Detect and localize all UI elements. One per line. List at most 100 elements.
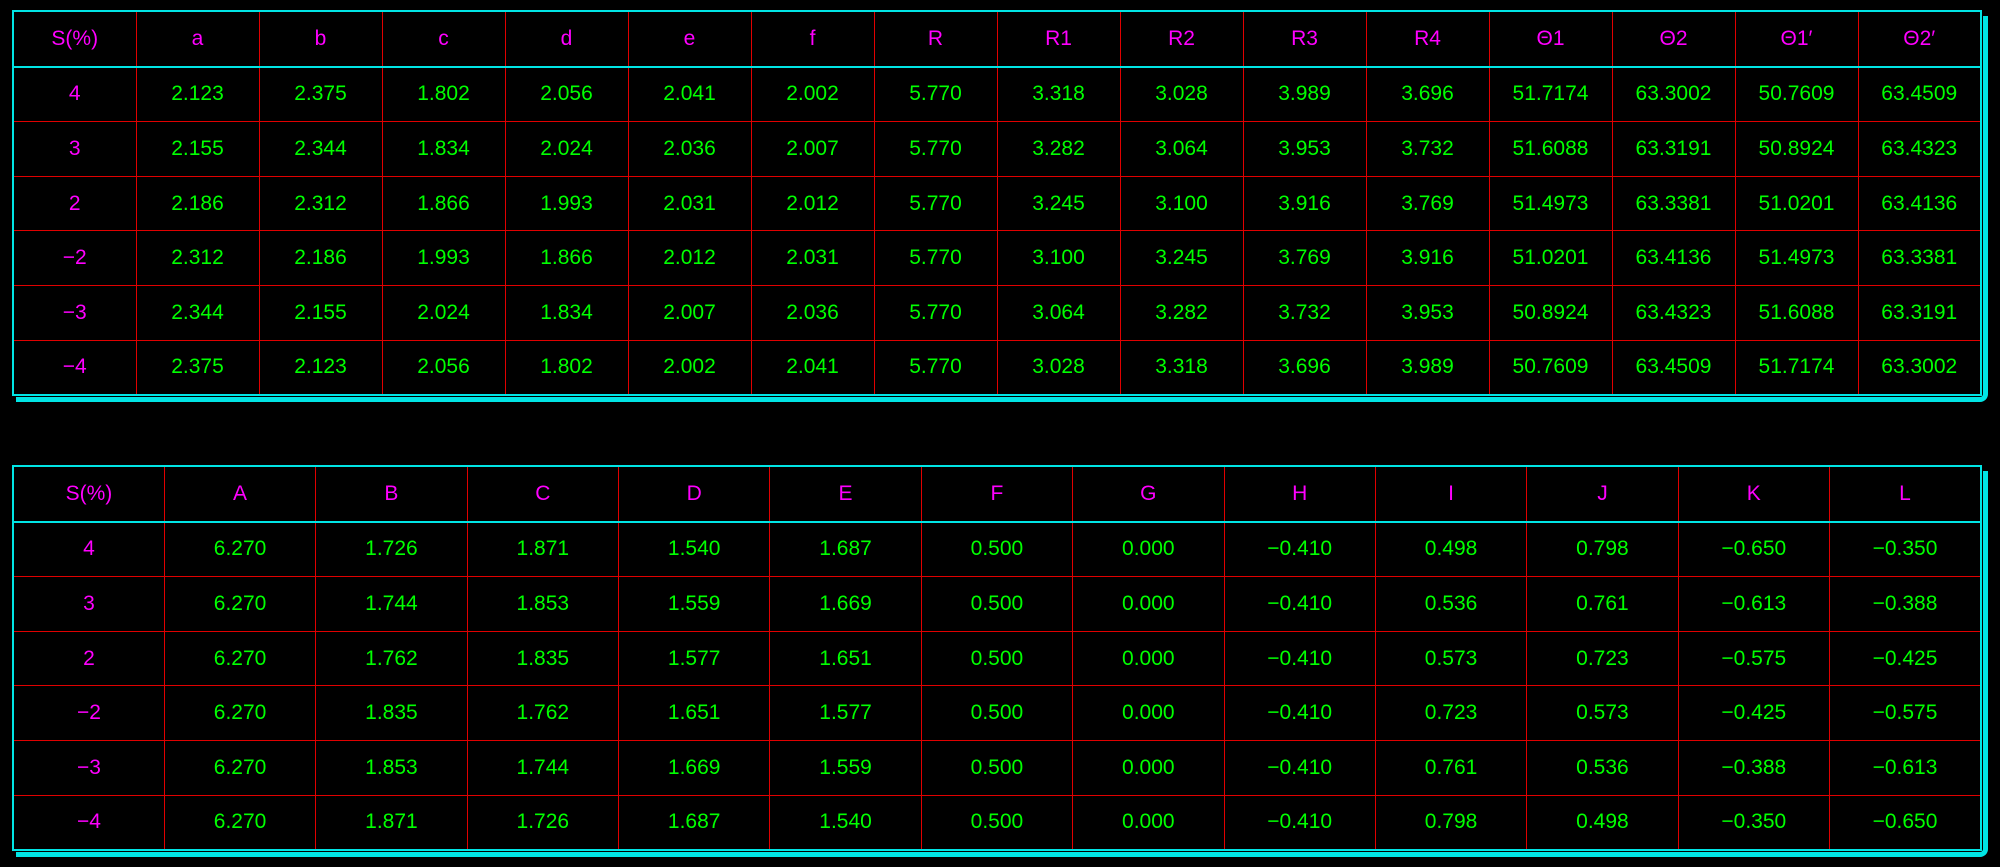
- column-header: B: [315, 465, 468, 523]
- table-cell: 0.798: [1526, 521, 1679, 578]
- table-cell: 0.500: [920, 576, 1074, 632]
- table-cell: −0.410: [1223, 630, 1376, 687]
- column-header: R: [873, 10, 998, 68]
- column-header: R4: [1365, 10, 1490, 68]
- table-cell: 2.002: [627, 339, 752, 397]
- table-cell: 3.989: [1365, 339, 1490, 397]
- table-cell: 50.8924: [1488, 284, 1613, 341]
- table-cell: 63.4136: [1611, 230, 1736, 286]
- table-cell: 3.696: [1365, 66, 1490, 123]
- column-header: K: [1677, 465, 1831, 523]
- table-cell: 1.853: [315, 739, 468, 796]
- parameter-table-top-panel: S(%) a b c d e f R R1 R2 R3 R4 Θ1 Θ2 Θ1′ Θ2′ 4 2.123 2.37…: [12, 10, 1988, 403]
- table-cell: 5.770: [873, 66, 998, 123]
- table-cell: 1.651: [617, 685, 771, 741]
- table-cell: 1.726: [466, 794, 620, 852]
- table-cell: 3.245: [996, 175, 1121, 232]
- table-cell: 0.761: [1374, 739, 1528, 796]
- row-label-s-percent: −2: [12, 230, 137, 286]
- table-row: −3 6.270 1.853 1.744 1.669 1.559 0.500 0.000 −0.…: [11, 739, 1982, 796]
- table-cell: 6.270: [163, 739, 317, 796]
- table-cell: 3.769: [1242, 230, 1367, 286]
- table-cell: 2.344: [258, 121, 383, 177]
- table-cell: 3.769: [1365, 175, 1490, 232]
- table-cell: 6.270: [163, 630, 317, 687]
- table-cell: 2.041: [627, 66, 752, 123]
- table-cell: 51.6088: [1488, 121, 1613, 177]
- row-label-s-percent: −2: [11, 685, 165, 741]
- table-cell: 2.312: [135, 230, 260, 286]
- table-cell: 3.064: [1119, 121, 1244, 177]
- table-cell: 50.7609: [1734, 66, 1859, 123]
- table-cell: 1.669: [617, 739, 771, 796]
- column-header: a: [135, 10, 260, 68]
- row-label-s-percent: −4: [12, 339, 137, 397]
- column-header: Θ1: [1488, 10, 1613, 68]
- table-row: 4 2.123 2.375 1.802 2.056 2.041 2.002 5.770 3.31…: [12, 66, 1982, 123]
- table-cell: −0.575: [1829, 685, 1982, 741]
- column-header: A: [163, 465, 317, 523]
- row-label-s-percent: 4: [12, 66, 137, 123]
- table-cell: 2.312: [258, 175, 383, 232]
- table-cell: 1.540: [769, 794, 922, 852]
- row-label-s-percent: 2: [11, 630, 165, 687]
- table-cell: −0.575: [1677, 630, 1831, 687]
- table-cell: 3.100: [1119, 175, 1244, 232]
- row-label-s-percent: 2: [12, 175, 137, 232]
- table-cell: 50.8924: [1734, 121, 1859, 177]
- table-cell: 1.853: [466, 576, 620, 632]
- column-header: I: [1374, 465, 1528, 523]
- table-cell: 63.4136: [1857, 175, 1982, 232]
- table-cell: 3.064: [996, 284, 1121, 341]
- column-header: G: [1072, 465, 1225, 523]
- table-cell: 1.993: [381, 230, 506, 286]
- table-cell: 63.3002: [1857, 339, 1982, 397]
- table-cell: 6.270: [163, 576, 317, 632]
- table-cell: 1.762: [466, 685, 620, 741]
- table-cell: 2.155: [135, 121, 260, 177]
- row-label-s-percent: 3: [11, 576, 165, 632]
- table-cell: −0.350: [1677, 794, 1831, 852]
- table-cell: −0.410: [1223, 685, 1376, 741]
- table-cell: −0.350: [1829, 521, 1982, 578]
- parameter-table-bottom-panel: S(%) A B C D E F G H I J K L 4 6.270 1.726 1.871 1.540 1.…: [11, 465, 1988, 858]
- table-cell: 6.270: [163, 685, 317, 741]
- table-cell: 0.573: [1526, 685, 1679, 741]
- table-cell: 1.559: [617, 576, 771, 632]
- table-cell: 5.770: [873, 230, 998, 286]
- table-cell: 51.7174: [1488, 66, 1613, 123]
- row-label-s-percent: 4: [11, 521, 165, 578]
- table-cell: 63.3381: [1611, 175, 1736, 232]
- table-row: 3 6.270 1.744 1.853 1.559 1.669 0.500 0.000 −0.4…: [11, 576, 1982, 632]
- table-cell: 51.7174: [1734, 339, 1859, 397]
- column-header: J: [1526, 465, 1679, 523]
- column-header: Θ1′: [1734, 10, 1859, 68]
- table-cell: −0.410: [1223, 794, 1376, 852]
- table-row: 2 2.186 2.312 1.866 1.993 2.031 2.012 5.770 3.24…: [12, 175, 1982, 232]
- table-cell: 3.100: [996, 230, 1121, 286]
- table-cell: 2.024: [381, 284, 506, 341]
- column-header: R1: [996, 10, 1121, 68]
- table-cell: 2.012: [627, 230, 752, 286]
- column-header: E: [769, 465, 922, 523]
- table-cell: 3.028: [996, 339, 1121, 397]
- column-header: R3: [1242, 10, 1367, 68]
- table-cell: 1.577: [769, 685, 922, 741]
- table-cell: 2.002: [750, 66, 875, 123]
- table-cell: 0.500: [920, 739, 1074, 796]
- table-cell: −0.425: [1677, 685, 1831, 741]
- table-cell: 0.000: [1072, 685, 1225, 741]
- table-cell: 2.375: [135, 339, 260, 397]
- row-label-s-percent: −4: [11, 794, 165, 852]
- column-header: F: [920, 465, 1074, 523]
- column-header: D: [617, 465, 771, 523]
- table-cell: 1.871: [466, 521, 620, 578]
- column-header: C: [466, 465, 620, 523]
- table-cell: 2.186: [135, 175, 260, 232]
- table-cell: 3.696: [1242, 339, 1367, 397]
- table-row: 3 2.155 2.344 1.834 2.024 2.036 2.007 5.770 3.28…: [12, 121, 1982, 177]
- table-cell: 0.000: [1072, 739, 1225, 796]
- table-cell: 0.723: [1526, 630, 1679, 687]
- column-header-s-percent: S(%): [12, 10, 137, 68]
- row-label-s-percent: 3: [12, 121, 137, 177]
